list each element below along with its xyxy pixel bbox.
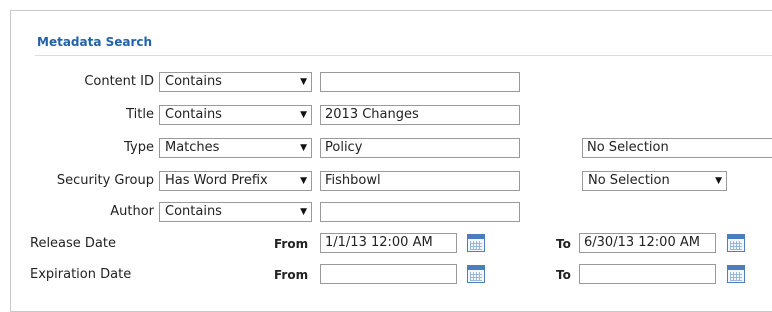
expiration-date-from-input[interactable] xyxy=(320,264,457,284)
author-label: Author xyxy=(110,204,154,219)
security-group-operator-select[interactable]: Has Word Prefix ▼ xyxy=(159,171,312,191)
release-date-from-label: From xyxy=(274,237,309,251)
dropdown-arrow-icon: ▼ xyxy=(300,176,307,186)
type-input[interactable]: Policy xyxy=(320,138,520,158)
title-operator-select[interactable]: Contains ▼ xyxy=(159,105,312,125)
security-group-input[interactable]: Fishbowl xyxy=(320,171,520,191)
content-id-label: Content ID xyxy=(84,74,154,89)
dropdown-arrow-icon: ▼ xyxy=(300,77,307,87)
author-operator-value: Contains xyxy=(165,204,222,219)
calendar-icon[interactable] xyxy=(467,265,485,283)
calendar-icon[interactable] xyxy=(467,234,485,252)
release-date-label: Release Date xyxy=(30,236,116,251)
expiration-date-to-label: To xyxy=(556,268,571,282)
calendar-icon[interactable] xyxy=(727,265,745,283)
release-date-to-input[interactable]: 6/30/13 12:00 AM xyxy=(579,233,716,253)
title-label: Title xyxy=(126,107,154,122)
author-operator-select[interactable]: Contains ▼ xyxy=(159,202,312,222)
section-title: Metadata Search xyxy=(37,35,153,49)
dropdown-arrow-icon: ▼ xyxy=(715,176,722,186)
calendar-icon[interactable] xyxy=(727,234,745,252)
release-date-to-label: To xyxy=(556,237,571,251)
security-group-operator-value: Has Word Prefix xyxy=(165,173,268,188)
type-operator-value: Matches xyxy=(165,140,220,155)
type-label: Type xyxy=(124,140,154,155)
title-operator-value: Contains xyxy=(165,107,222,122)
author-input[interactable] xyxy=(320,202,520,222)
expiration-date-label: Expiration Date xyxy=(30,267,132,282)
type-operator-select[interactable]: Matches ▼ xyxy=(159,138,312,158)
expiration-date-from-label: From xyxy=(274,268,309,282)
content-id-input[interactable] xyxy=(320,72,520,92)
section-divider xyxy=(35,55,772,56)
release-date-from-input[interactable]: 1/1/13 12:00 AM xyxy=(320,233,457,253)
dropdown-arrow-icon: ▼ xyxy=(300,143,307,153)
dropdown-arrow-icon: ▼ xyxy=(300,110,307,120)
type-options-select[interactable]: No Selection xyxy=(582,138,772,158)
title-input[interactable]: 2013 Changes xyxy=(320,105,520,125)
security-group-options-value: No Selection xyxy=(588,173,670,188)
content-id-operator-value: Contains xyxy=(165,74,222,89)
security-group-options-select[interactable]: No Selection ▼ xyxy=(582,171,727,191)
expiration-date-to-input[interactable] xyxy=(579,264,716,284)
dropdown-arrow-icon: ▼ xyxy=(300,207,307,217)
security-group-label: Security Group xyxy=(56,173,154,188)
content-id-operator-select[interactable]: Contains ▼ xyxy=(159,72,312,92)
